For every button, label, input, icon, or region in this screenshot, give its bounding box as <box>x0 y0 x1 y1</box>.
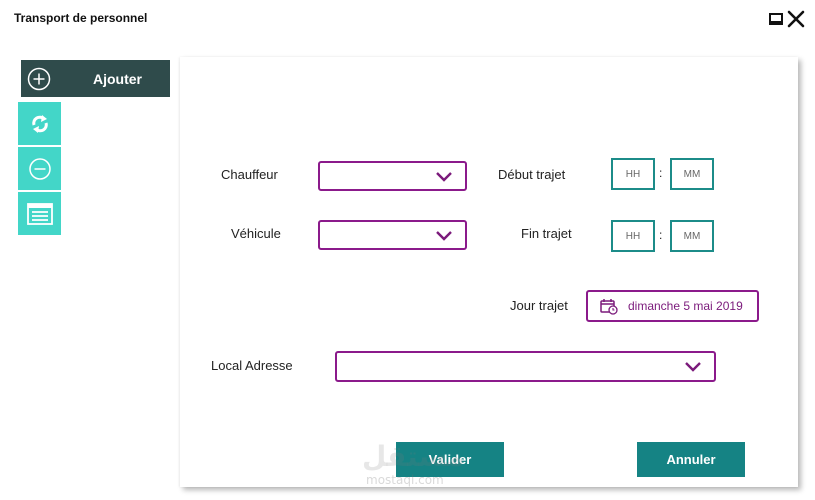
refresh-button[interactable] <box>18 102 61 145</box>
start-hour-input[interactable]: HH <box>611 158 655 190</box>
close-button[interactable] <box>787 10 805 28</box>
add-button-label: Ajouter <box>93 71 142 87</box>
trip-date-value: dimanche 5 mai 2019 <box>628 299 743 313</box>
form-panel <box>180 57 798 487</box>
chevron-down-icon <box>685 362 701 372</box>
minimize-button[interactable] <box>767 10 785 28</box>
start-minute-input[interactable]: MM <box>670 158 714 190</box>
driver-label: Chauffeur <box>221 167 278 182</box>
title-bar: Transport de personnel <box>0 0 815 38</box>
add-button[interactable]: Ajouter <box>21 60 170 97</box>
trip-day-label: Jour trajet <box>510 298 568 313</box>
remove-button[interactable] <box>18 147 61 190</box>
minimize-icon <box>769 13 783 25</box>
cancel-button[interactable]: Annuler <box>637 442 745 477</box>
calendar-icon <box>600 298 618 315</box>
start-time-separator: : <box>659 166 663 180</box>
vehicle-label: Véhicule <box>231 226 281 241</box>
validate-button[interactable]: Valider <box>396 442 504 477</box>
list-icon <box>26 202 53 225</box>
end-hour-input[interactable]: HH <box>611 220 655 252</box>
minus-circle-icon <box>28 157 51 180</box>
trip-date-picker[interactable]: dimanche 5 mai 2019 <box>586 290 759 322</box>
local-address-select[interactable] <box>335 351 716 382</box>
local-address-label: Local Adresse <box>211 358 293 373</box>
plus-circle-icon <box>27 67 51 90</box>
end-minute-input[interactable]: MM <box>670 220 714 252</box>
window-title: Transport de personnel <box>14 11 148 25</box>
end-time-separator: : <box>659 228 663 242</box>
chevron-down-icon <box>436 231 452 241</box>
refresh-icon <box>31 114 48 133</box>
vehicle-select[interactable] <box>318 220 467 250</box>
close-icon <box>787 10 805 28</box>
driver-select[interactable] <box>318 161 467 191</box>
start-trip-label: Début trajet <box>498 167 566 182</box>
list-button[interactable] <box>18 192 61 235</box>
end-trip-label: Fin trajet <box>521 226 572 241</box>
chevron-down-icon <box>436 172 452 182</box>
